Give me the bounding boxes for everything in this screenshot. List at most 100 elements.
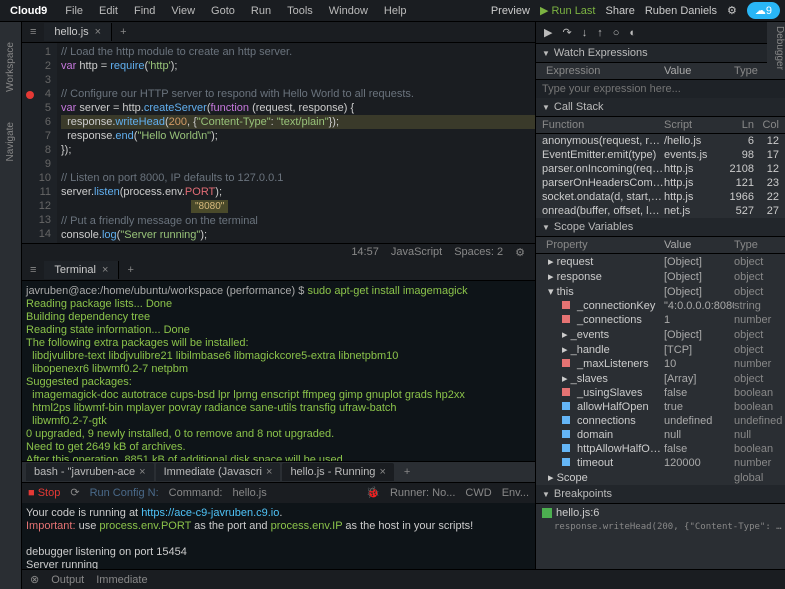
tab-terminal[interactable]: Terminal × xyxy=(44,261,119,279)
env-button[interactable]: Env... xyxy=(502,487,529,499)
left-rail: Workspace Navigate xyxy=(0,22,22,589)
menu-window[interactable]: Window xyxy=(321,5,376,17)
scope-var[interactable]: ▸ _slaves[Array]object xyxy=(536,371,785,386)
command-label: Command: xyxy=(169,487,223,499)
output-tab[interactable]: Output xyxy=(51,574,84,586)
close-icon[interactable]: × xyxy=(102,264,108,276)
new-tab-button[interactable]: + xyxy=(119,264,141,276)
checkbox-icon[interactable] xyxy=(542,508,552,518)
menu-goto[interactable]: Goto xyxy=(203,5,243,17)
gear-icon[interactable]: ⚙ xyxy=(727,4,737,17)
stack-frame[interactable]: parserOnHeadersComplet...http.js12123 xyxy=(536,176,785,190)
restart-icon[interactable]: ⟳ xyxy=(70,486,79,499)
callstack-header[interactable]: ▼Call Stack xyxy=(536,98,785,117)
breakpoint-marker-icon[interactable] xyxy=(26,91,34,99)
debugger-rail-toggle[interactable]: Debugger xyxy=(767,22,785,70)
stack-frame[interactable]: parser.onIncoming(req, sh...http.js21081… xyxy=(536,162,785,176)
scope-var[interactable]: _connectionKey"4:0.0.0.0:8080"string xyxy=(536,299,785,313)
cwd-button[interactable]: CWD xyxy=(465,487,491,499)
navigate-panel-toggle[interactable]: Navigate xyxy=(5,122,16,161)
debugger-toolbar: ▶ ↷ ↓ ↑ ○ ◐ xyxy=(536,22,785,44)
menu-file[interactable]: File xyxy=(57,5,91,17)
command-value[interactable]: hello.js xyxy=(232,487,266,499)
run-config-label[interactable]: Run Config N: xyxy=(90,487,159,499)
share-button[interactable]: Share xyxy=(605,5,634,17)
stack-frame[interactable]: EventEmitter.emit(type)events.js9817 xyxy=(536,148,785,162)
resume-icon[interactable]: ▶ xyxy=(544,26,552,39)
scope-var[interactable]: ▸ _events[Object]object xyxy=(536,327,785,342)
deactivate-bp-icon[interactable]: ○ xyxy=(613,27,620,39)
menu-view[interactable]: View xyxy=(163,5,203,17)
scope-var[interactable]: connectionsundefinedundefined xyxy=(536,414,785,428)
scope-var[interactable]: _connections1number xyxy=(536,313,785,327)
close-icon[interactable]: × xyxy=(139,466,145,478)
code-area[interactable]: // Load the http module to create an htt… xyxy=(57,43,535,243)
tab-list-icon[interactable]: ≡ xyxy=(22,264,44,276)
menu-help[interactable]: Help xyxy=(376,5,415,17)
scope-var[interactable]: ▸ response[Object]object xyxy=(536,269,785,284)
menu-edit[interactable]: Edit xyxy=(91,5,126,17)
scope-var[interactable]: allowHalfOpentrueboolean xyxy=(536,400,785,414)
menu-tools[interactable]: Tools xyxy=(279,5,321,17)
debugger-panel: ▶ ↷ ↓ ↑ ○ ◐ ▼Watch Expressions Expressio… xyxy=(535,22,785,589)
scope-var[interactable]: _usingSlavesfalseboolean xyxy=(536,386,785,400)
scope-var[interactable]: ▸ _handle[TCP]object xyxy=(536,342,785,357)
new-tab-button[interactable]: + xyxy=(396,466,418,478)
user-name[interactable]: Ruben Daniels xyxy=(645,5,717,17)
breakpoint-item[interactable]: hello.js:6 xyxy=(536,504,785,522)
tab-label: hello.js xyxy=(54,26,88,38)
run-last-button[interactable]: ▶ Run Last xyxy=(540,4,596,17)
bug-icon[interactable]: 🐞 xyxy=(366,486,380,499)
close-icon[interactable]: × xyxy=(379,466,385,478)
indent-setting[interactable]: Spaces: 2 xyxy=(454,246,503,258)
scope-var[interactable]: ▾ this[Object]object xyxy=(536,284,785,299)
tab-hello-js[interactable]: hello.js × xyxy=(44,23,112,41)
close-footer-icon[interactable]: ⊗ xyxy=(30,573,39,586)
footer-bar: ⊗ Output Immediate xyxy=(22,569,785,589)
immediate-tab[interactable]: Immediate xyxy=(96,574,147,586)
bottom-tab[interactable]: hello.js - Running × xyxy=(282,463,393,481)
step-out-icon[interactable]: ↑ xyxy=(597,27,603,39)
scope-var[interactable]: httpAllowHalfOpenfalseboolean xyxy=(536,442,785,456)
tab-label: Terminal xyxy=(54,264,96,276)
scope-vars-header[interactable]: ▼Scope Variables xyxy=(536,218,785,237)
bottom-tab[interactable]: bash - "javruben-ace × xyxy=(26,463,154,481)
value-tooltip: "8080" xyxy=(191,200,228,213)
terminal-tabs: ≡ Terminal × + xyxy=(22,260,535,281)
menu-find[interactable]: Find xyxy=(126,5,163,17)
tab-list-icon[interactable]: ≡ xyxy=(22,26,44,38)
code-editor[interactable]: 1234567891011121314 // Load the http mod… xyxy=(22,43,535,243)
preview-button[interactable]: Preview xyxy=(491,5,530,17)
language-mode[interactable]: JavaScript xyxy=(391,246,442,258)
line-gutter[interactable]: 1234567891011121314 xyxy=(22,43,57,243)
main-menu: FileEditFindViewGotoRunToolsWindowHelp xyxy=(57,5,414,17)
scope-var[interactable]: _maxListeners10number xyxy=(536,357,785,371)
stop-button[interactable]: ■ Stop xyxy=(28,487,60,499)
watch-header[interactable]: ▼Watch Expressions xyxy=(536,44,785,63)
terminal-output[interactable]: javruben@ace:/home/ubuntu/workspace (per… xyxy=(22,281,535,461)
scope-var[interactable]: timeout120000number xyxy=(536,456,785,470)
stack-frame[interactable]: anonymous(request, respo.../hello.js612 xyxy=(536,134,785,148)
scope-var[interactable]: domainnullnull xyxy=(536,428,785,442)
bottom-tab[interactable]: Immediate (Javascri × xyxy=(156,463,281,481)
scope-var[interactable]: ▸ request[Object]object xyxy=(536,254,785,269)
workspace-panel-toggle[interactable]: Workspace xyxy=(5,42,16,92)
menu-run[interactable]: Run xyxy=(243,5,279,17)
step-into-icon[interactable]: ↓ xyxy=(582,27,588,39)
breakpoints-header[interactable]: ▼Breakpoints xyxy=(536,485,785,504)
new-tab-button[interactable]: + xyxy=(112,26,134,38)
gear-icon[interactable]: ⚙ xyxy=(515,246,525,259)
cursor-position: 14:57 xyxy=(351,246,379,258)
close-icon[interactable]: × xyxy=(95,26,101,38)
close-icon[interactable]: × xyxy=(266,466,272,478)
stack-frame[interactable]: onread(buffer, offset, len...net.js52727 xyxy=(536,204,785,218)
scope-var[interactable]: ▸ Scopeglobal xyxy=(536,470,785,485)
stack-frame[interactable]: socket.ondata(d, start, end)http.js19662… xyxy=(536,190,785,204)
cloud9-badge-icon[interactable]: ☁9 xyxy=(747,2,780,19)
watch-expression-input[interactable] xyxy=(536,80,785,98)
bottom-tabs: bash - "javruben-ace ×Immediate (Javascr… xyxy=(22,461,535,482)
runner-select[interactable]: Runner: No... xyxy=(390,487,455,499)
pause-exceptions-icon[interactable]: ◐ xyxy=(629,27,636,39)
editor-tabs: ≡ hello.js × + xyxy=(22,22,535,43)
step-over-icon[interactable]: ↷ xyxy=(562,26,571,39)
